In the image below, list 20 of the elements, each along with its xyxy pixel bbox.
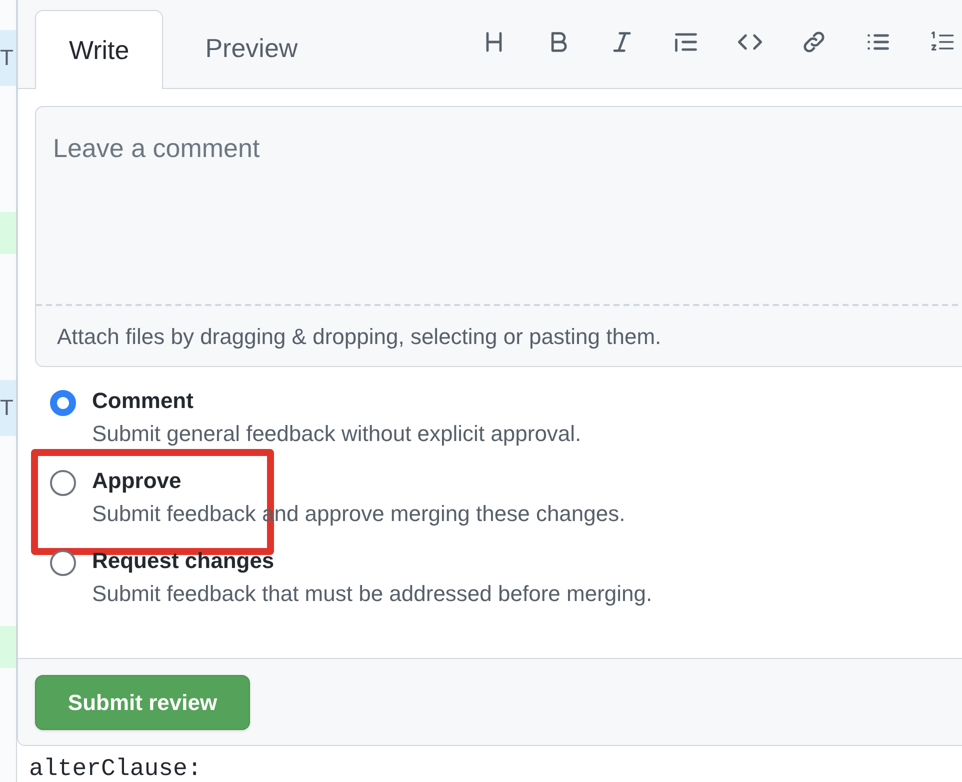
code-line: alterClause:	[28, 755, 203, 782]
option-label: Approve	[92, 467, 182, 495]
radio-button[interactable]	[50, 470, 76, 496]
comment-input[interactable]: Leave a comment	[36, 107, 962, 304]
link-icon[interactable]	[801, 29, 827, 55]
text-fragment: T	[0, 397, 14, 419]
radio-button[interactable]	[50, 390, 76, 416]
text-fragment: T	[0, 47, 14, 69]
editor-tab[interactable]: Write	[35, 10, 164, 89]
comment-field[interactable]: Leave a comment Attach files by dragging & dropping, selecting or pasting them.	[35, 106, 962, 367]
option-description: Submit feedback that must be addressed before merging.	[92, 581, 652, 607]
option-description: Submit general feedback without explicit approval.	[92, 421, 582, 447]
added-line-strip	[0, 626, 16, 668]
submit-review-button[interactable]: Submit review	[35, 674, 250, 730]
option-label: Comment	[92, 387, 194, 415]
attach-hint: Attach files by dragging & dropping, selecting or pasting them.	[57, 322, 662, 351]
option-label: Request changes	[92, 547, 276, 575]
editor-tab[interactable]: Preview	[163, 9, 340, 88]
radio-button[interactable]	[50, 550, 76, 576]
added-line-strip	[0, 212, 16, 254]
